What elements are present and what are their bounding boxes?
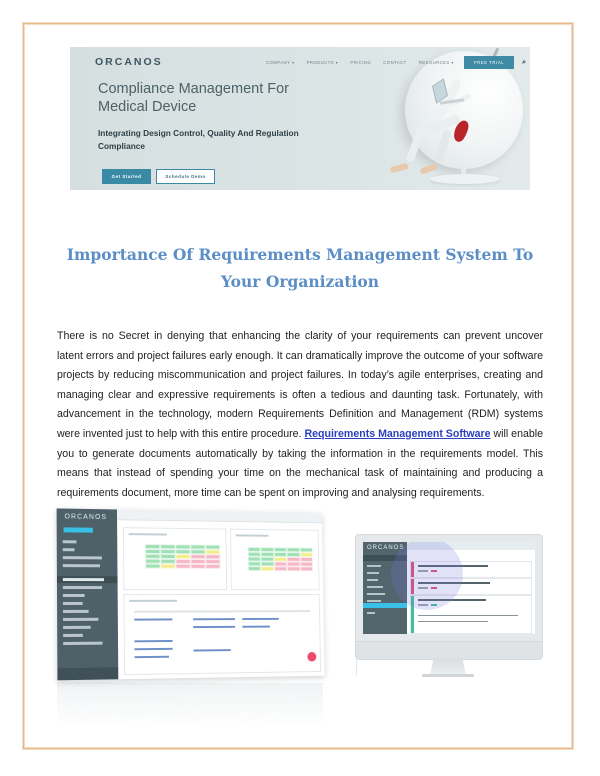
table-link	[193, 625, 236, 629]
risk-cell-high	[300, 566, 314, 572]
imac-chin	[356, 641, 542, 659]
hero-subheadline: Integrating Design Control, Quality And …	[98, 128, 299, 151]
sidebar-item	[63, 617, 99, 621]
article-title: Importance Of Requirements Management Sy…	[66, 245, 534, 291]
sidebar-item	[62, 601, 83, 605]
schedule-demo-button[interactable]: Schedule Demo	[156, 169, 215, 184]
sidebar-item	[63, 625, 91, 629]
dashboard-reflection	[57, 682, 324, 728]
risk-cell-high	[190, 563, 206, 569]
risk-traceability-card	[123, 594, 322, 676]
nav-contact[interactable]: CONTACT	[383, 60, 406, 65]
table-header	[134, 610, 311, 613]
search-icon[interactable]: ⌕	[522, 59, 526, 67]
sidebar-item	[62, 564, 101, 568]
imac-sidebar-active-item	[363, 603, 407, 608]
dashboard-topbar	[116, 509, 322, 524]
article-paragraph: There is no Secret in denying that enhan…	[57, 327, 543, 503]
imac-screen: ORCANOS	[363, 542, 535, 634]
nav-company[interactable]: COMPANY ▾	[266, 60, 295, 65]
sidebar-item	[62, 540, 77, 544]
imac-screenshot: ORCANOS	[355, 534, 543, 660]
risk-cell-medium	[261, 566, 275, 572]
orcanos-logo[interactable]: ORCANOS	[95, 56, 163, 68]
risk-cell-high	[205, 563, 221, 569]
risk-cell-low	[247, 566, 262, 572]
card-title	[235, 534, 269, 537]
sidebar-item	[62, 548, 75, 552]
table-link	[242, 617, 279, 621]
sidebar-item	[367, 586, 383, 588]
table-link	[134, 647, 173, 651]
requirements-management-software-link[interactable]: Requirements Management Software	[304, 428, 490, 440]
paragraph-text-before-link: There is no Secret in denying that enhan…	[57, 330, 543, 440]
risk-cell-high	[175, 563, 191, 569]
sidebar-item	[62, 578, 104, 582]
card-title	[128, 533, 167, 536]
risk-cell-high	[274, 566, 288, 572]
nav-resources[interactable]: RESOURCES ▾	[419, 60, 454, 65]
card-text	[418, 615, 518, 616]
hero-headline: Compliance Management For Medical Device	[98, 81, 290, 115]
sidebar-item	[367, 612, 375, 614]
figure-foot	[419, 163, 438, 175]
figure-foot	[389, 162, 409, 174]
sidebar-item	[367, 600, 381, 602]
dashboard-sidebar-button	[63, 527, 93, 533]
imac-reflection	[356, 658, 357, 676]
dashboard-sidebar: ORCANOS	[56, 508, 119, 681]
nav-pricing[interactable]: PRICING	[350, 60, 371, 65]
dashboard-screenshot: ORCANOS	[56, 508, 325, 681]
sidebar-item	[62, 594, 85, 597]
risk-matrix	[247, 547, 314, 572]
table-link	[134, 618, 173, 621]
imac-stand	[430, 658, 466, 675]
card-title	[129, 599, 177, 602]
hero-banner: ORCANOS COMPANY ▾ PRODUCTS ▾ PRICING CON…	[70, 47, 530, 190]
table-link	[134, 655, 169, 659]
risk-cell-low	[145, 563, 161, 569]
risk-summary-card	[230, 528, 320, 591]
dashboard-logo: ORCANOS	[64, 513, 108, 522]
sidebar-item	[63, 633, 83, 638]
risk-cell-high	[287, 566, 301, 572]
add-fab-button	[307, 651, 317, 662]
sidebar-item	[367, 579, 378, 581]
table-link	[193, 618, 235, 621]
risk-matrix	[145, 544, 221, 569]
sidebar-item	[63, 641, 103, 646]
sidebar-item	[367, 593, 385, 595]
table-link	[193, 649, 231, 652]
card-text	[418, 621, 488, 622]
risk-cell-medium	[160, 563, 176, 569]
sidebar-item	[63, 609, 89, 613]
free-trial-button[interactable]: FREE TRIAL	[464, 56, 515, 69]
sidebar-item	[62, 556, 102, 560]
sidebar-item	[367, 572, 379, 574]
chair-base	[430, 174, 500, 184]
table-link	[134, 639, 173, 643]
sidebar-item	[62, 586, 103, 590]
risk-summary-card	[122, 527, 228, 591]
nav-products[interactable]: PRODUCTS ▾	[307, 60, 339, 65]
sidebar-item	[367, 565, 381, 567]
get-started-button[interactable]: Get Started	[102, 169, 151, 184]
imac-stand-foot	[422, 674, 474, 677]
top-nav: COMPANY ▾ PRODUCTS ▾ PRICING CONTACT RES…	[266, 56, 526, 69]
dashboard-sidebar-footer	[57, 667, 119, 681]
table-link	[242, 625, 270, 628]
